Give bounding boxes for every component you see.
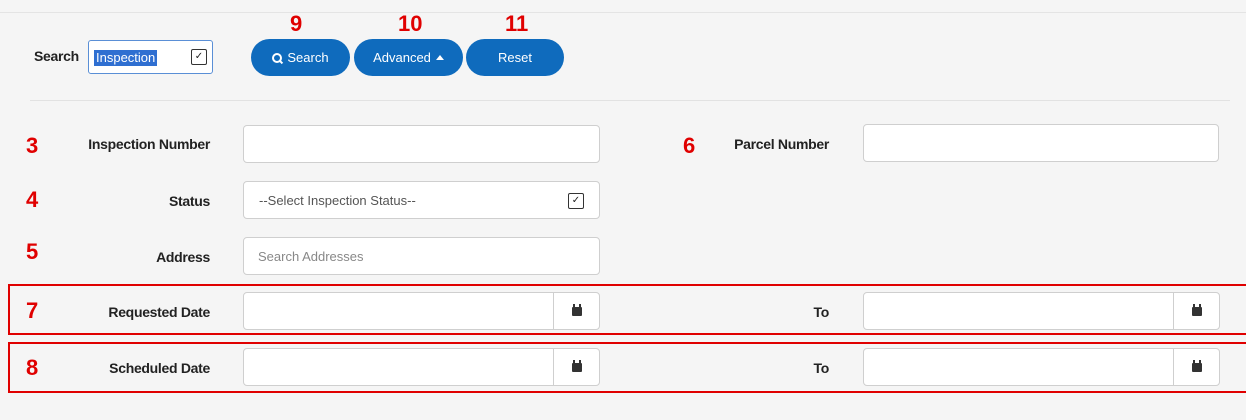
annotation-marker-7: 7 [26,298,39,323]
annotation-marker-3: 3 [26,133,39,158]
annotation-marker-8: 8 [26,355,39,380]
search-button-label: Search [287,50,329,65]
calendar-icon [1191,359,1202,372]
requested-date-from-input[interactable] [243,292,600,330]
top-border [0,12,1246,13]
calendar-icon [571,303,582,316]
inspection-number-label: Inspection Number [88,136,210,152]
reset-button[interactable]: Reset [466,39,564,76]
calendar-icon [1191,303,1202,316]
requested-date-label: Requested Date [108,304,210,320]
inspection-number-input[interactable] [243,125,600,163]
section-divider [30,100,1230,101]
chevron-down-icon: ✓ [568,193,584,209]
calendar-icon [571,359,582,372]
address-input[interactable]: Search Addresses [243,237,600,275]
scheduled-date-label: Scheduled Date [109,360,210,376]
reset-button-label: Reset [498,50,532,65]
address-placeholder: Search Addresses [258,249,364,264]
annotation-marker-5: 5 [26,239,39,264]
annotation-marker-4: 4 [26,187,39,212]
requested-date-from-calendar-button[interactable] [553,293,599,329]
scheduled-date-from-calendar-button[interactable] [553,349,599,385]
search-type-value: Inspection [94,50,158,66]
parcel-number-label: Parcel Number [734,136,829,152]
annotation-marker-6: 6 [683,133,696,158]
advanced-button-label: Advanced [373,50,431,65]
scheduled-date-from-input[interactable] [243,348,600,386]
chevron-down-icon: ✓ [191,49,207,65]
address-label: Address [156,249,210,265]
parcel-number-input[interactable] [863,124,1219,162]
requested-date-to-input[interactable] [863,292,1220,330]
annotation-marker-9: 9 [290,11,303,36]
requested-date-to-calendar-button[interactable] [1173,293,1219,329]
scheduled-date-to-label: To [813,360,830,376]
annotation-marker-10: 10 [398,11,423,36]
annotation-marker-11: 11 [505,11,529,36]
status-select[interactable]: --Select Inspection Status-- ✓ [243,181,600,219]
status-select-value: --Select Inspection Status-- [259,193,416,208]
status-label: Status [169,193,210,209]
scheduled-date-to-input[interactable] [863,348,1220,386]
search-type-select[interactable]: Inspection ✓ [88,40,213,74]
search-button[interactable]: Search [251,39,350,76]
scheduled-date-to-calendar-button[interactable] [1173,349,1219,385]
requested-date-to-label: To [813,304,830,320]
caret-up-icon [435,55,444,60]
search-icon [272,52,283,63]
advanced-button[interactable]: Advanced [354,39,463,76]
search-label: Search [34,48,79,64]
